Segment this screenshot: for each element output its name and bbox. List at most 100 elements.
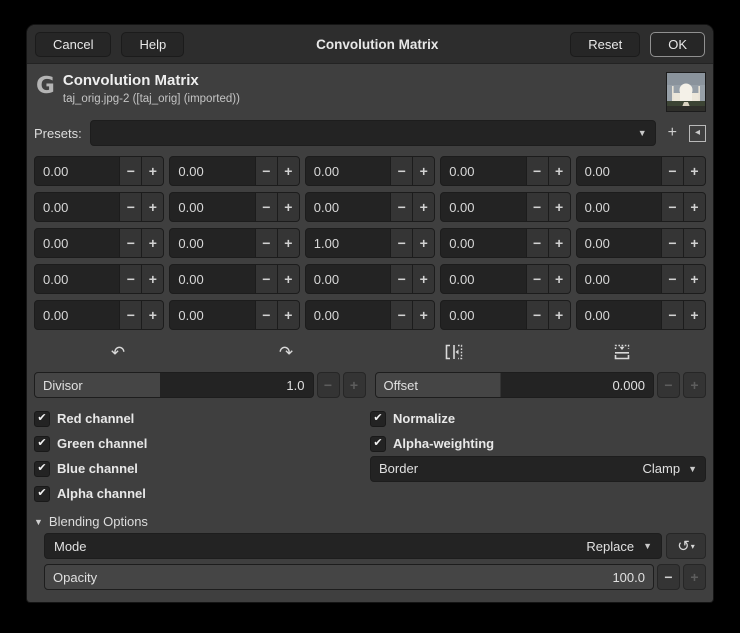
- plus-icon[interactable]: +: [682, 193, 705, 221]
- plus-icon[interactable]: +: [547, 193, 570, 221]
- opacity-increment-button[interactable]: +: [683, 564, 706, 590]
- border-dropdown[interactable]: Border Clamp ▼: [370, 455, 706, 482]
- minus-icon[interactable]: −: [254, 265, 277, 293]
- rotate-clockwise-button[interactable]: ↷: [202, 340, 370, 364]
- matrix-cell-input[interactable]: 0.00: [170, 157, 254, 185]
- green-channel-checkbox[interactable]: ✔: [34, 435, 50, 452]
- minus-icon[interactable]: −: [119, 229, 142, 257]
- alpha-channel-checkbox[interactable]: ✔: [34, 485, 50, 502]
- minus-icon[interactable]: −: [660, 193, 683, 221]
- minus-icon[interactable]: −: [660, 229, 683, 257]
- plus-icon[interactable]: +: [682, 229, 705, 257]
- plus-icon[interactable]: +: [276, 193, 299, 221]
- matrix-cell-input[interactable]: 0.00: [170, 301, 254, 329]
- minus-icon[interactable]: −: [254, 157, 277, 185]
- minus-icon[interactable]: −: [119, 265, 142, 293]
- minus-icon[interactable]: −: [525, 229, 548, 257]
- plus-icon[interactable]: +: [682, 157, 705, 185]
- plus-icon[interactable]: +: [412, 265, 435, 293]
- alpha-weighting-row[interactable]: ✔ Alpha-weighting: [370, 431, 706, 456]
- plus-icon[interactable]: +: [547, 265, 570, 293]
- divisor-slider[interactable]: Divisor 1.0: [34, 372, 314, 398]
- alpha-channel-row[interactable]: ✔ Alpha channel: [34, 481, 370, 506]
- presets-combobox[interactable]: ▼: [89, 120, 656, 146]
- plus-icon[interactable]: +: [412, 193, 435, 221]
- matrix-cell-input[interactable]: 0.00: [577, 265, 661, 293]
- matrix-cell-input[interactable]: 0.00: [306, 193, 390, 221]
- matrix-cell-input[interactable]: 0.00: [35, 157, 119, 185]
- matrix-cell-input[interactable]: 0.00: [441, 265, 525, 293]
- green-channel-row[interactable]: ✔ Green channel: [34, 431, 370, 456]
- mode-dropdown[interactable]: Mode Replace ▼: [44, 533, 662, 559]
- plus-icon[interactable]: +: [141, 265, 164, 293]
- matrix-cell-input[interactable]: 0.00: [306, 265, 390, 293]
- offset-increment-button[interactable]: +: [683, 372, 706, 398]
- matrix-cell-input[interactable]: 0.00: [35, 301, 119, 329]
- matrix-cell-input[interactable]: 0.00: [441, 301, 525, 329]
- minus-icon[interactable]: −: [254, 193, 277, 221]
- plus-icon[interactable]: +: [412, 157, 435, 185]
- matrix-cell-input[interactable]: 0.00: [441, 157, 525, 185]
- matrix-cell-input[interactable]: 0.00: [170, 229, 254, 257]
- plus-icon[interactable]: +: [141, 157, 164, 185]
- cancel-button[interactable]: Cancel: [35, 31, 112, 57]
- titlebar[interactable]: Cancel Help Convolution Matrix Reset OK: [27, 25, 713, 64]
- minus-icon[interactable]: −: [390, 265, 413, 293]
- matrix-cell-input[interactable]: 0.00: [35, 229, 119, 257]
- divisor-decrement-button[interactable]: −: [316, 372, 340, 398]
- matrix-cell-input[interactable]: 0.00: [577, 157, 661, 185]
- plus-icon[interactable]: +: [141, 301, 164, 329]
- plus-icon[interactable]: +: [547, 301, 570, 329]
- rotate-counterclockwise-button[interactable]: ↶: [34, 340, 202, 364]
- matrix-cell-input[interactable]: 0.00: [577, 229, 661, 257]
- help-button[interactable]: Help: [121, 31, 185, 57]
- plus-icon[interactable]: +: [141, 229, 164, 257]
- matrix-cell-input[interactable]: 0.00: [577, 193, 661, 221]
- opacity-slider[interactable]: Opacity 100.0: [44, 564, 654, 590]
- plus-icon[interactable]: +: [547, 229, 570, 257]
- minus-icon[interactable]: −: [390, 229, 413, 257]
- offset-decrement-button[interactable]: −: [657, 372, 680, 398]
- plus-icon[interactable]: +: [547, 157, 570, 185]
- plus-icon[interactable]: +: [682, 265, 705, 293]
- mode-options-button[interactable]: ↺ ▾: [666, 533, 706, 559]
- opacity-decrement-button[interactable]: −: [657, 564, 680, 590]
- normalize-row[interactable]: ✔ Normalize: [370, 406, 706, 431]
- alpha-weighting-checkbox[interactable]: ✔: [370, 435, 386, 452]
- minus-icon[interactable]: −: [525, 157, 548, 185]
- plus-icon[interactable]: +: [276, 265, 299, 293]
- minus-icon[interactable]: −: [660, 301, 683, 329]
- minus-icon[interactable]: −: [525, 193, 548, 221]
- minus-icon[interactable]: −: [119, 193, 142, 221]
- minus-icon[interactable]: −: [390, 157, 413, 185]
- red-channel-row[interactable]: ✔ Red channel: [34, 406, 370, 431]
- plus-icon[interactable]: +: [141, 193, 164, 221]
- blue-channel-checkbox[interactable]: ✔: [34, 460, 50, 477]
- matrix-cell-input[interactable]: 1.00: [306, 229, 390, 257]
- normalize-checkbox[interactable]: ✔: [370, 410, 386, 427]
- plus-icon[interactable]: +: [682, 301, 705, 329]
- matrix-cell-input[interactable]: 0.00: [35, 193, 119, 221]
- blue-channel-row[interactable]: ✔ Blue channel: [34, 456, 370, 481]
- matrix-cell-input[interactable]: 0.00: [306, 157, 390, 185]
- matrix-cell-input[interactable]: 0.00: [35, 265, 119, 293]
- plus-icon[interactable]: +: [276, 229, 299, 257]
- minus-icon[interactable]: −: [254, 229, 277, 257]
- matrix-cell-input[interactable]: 0.00: [441, 193, 525, 221]
- matrix-cell-input[interactable]: 0.00: [441, 229, 525, 257]
- minus-icon[interactable]: −: [390, 301, 413, 329]
- minus-icon[interactable]: −: [525, 265, 548, 293]
- add-preset-icon[interactable]: +: [668, 125, 677, 141]
- minus-icon[interactable]: −: [660, 265, 683, 293]
- ok-button[interactable]: OK: [650, 31, 705, 57]
- minus-icon[interactable]: −: [660, 157, 683, 185]
- red-channel-checkbox[interactable]: ✔: [34, 410, 50, 427]
- plus-icon[interactable]: +: [276, 157, 299, 185]
- minus-icon[interactable]: −: [390, 193, 413, 221]
- matrix-cell-input[interactable]: 0.00: [306, 301, 390, 329]
- plus-icon[interactable]: +: [276, 301, 299, 329]
- reset-button[interactable]: Reset: [570, 31, 641, 57]
- divisor-increment-button[interactable]: +: [342, 372, 366, 398]
- matrix-cell-input[interactable]: 0.00: [170, 265, 254, 293]
- presets-menu-icon[interactable]: ◂: [689, 124, 706, 142]
